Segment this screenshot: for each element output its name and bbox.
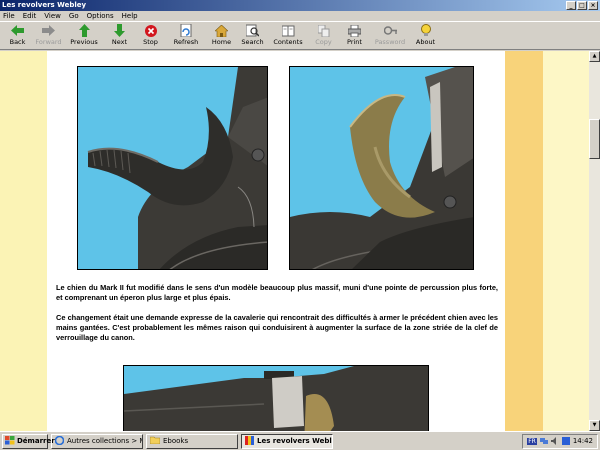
back-button[interactable]: Back [2,22,33,50]
scroll-up-button[interactable]: ▲ [589,51,600,62]
key-icon [383,24,397,37]
stop-icon [144,24,157,37]
minimize-button[interactable]: _ [566,1,576,10]
clock: 14:42 [572,437,593,445]
paragraph-hammer-description: Le chien du Mark II fut modifié dans le … [56,283,498,302]
password-button[interactable]: Password [370,22,410,50]
system-tray: FR 14:42 [522,433,598,449]
contents-button[interactable]: Contents [268,22,308,50]
contents-icon [281,24,295,37]
ie-icon [54,435,65,447]
menu-edit[interactable]: Edit [23,11,37,21]
right-color-band [505,51,543,431]
back-label: Back [9,38,26,46]
refresh-icon [180,24,193,37]
previous-label: Previous [70,38,98,46]
left-margin-band [0,51,47,431]
home-icon [215,24,228,37]
taskbar: Démarrer Autres collections > Milt... Eb… [0,431,600,450]
vertical-scrollbar[interactable]: ▲ ▼ [589,51,600,431]
content-viewport: Le chien du Mark II fut modifié dans le … [0,51,589,431]
task-ebooks[interactable]: Ebooks [146,433,238,449]
scroll-thumb[interactable] [589,119,600,159]
menu-go[interactable]: Go [69,11,79,21]
window-title: Les revolvers Webley [2,1,87,9]
volume-icon[interactable] [550,437,559,445]
next-button[interactable]: Next [104,22,135,50]
about-label: About [415,38,436,46]
print-button[interactable]: Print [339,22,370,50]
task-label: Les revolvers Webley [257,437,333,445]
previous-button[interactable]: Previous [64,22,104,50]
photo-hammer-mark-ii [289,66,474,270]
print-icon [348,24,361,37]
contents-label: Contents [273,38,303,46]
paragraph-cavalry-request: Ce changement était une demande expresse… [56,313,498,342]
maximize-button[interactable]: □ [577,1,587,10]
scroll-down-button[interactable]: ▼ [589,420,600,431]
menu-help[interactable]: Help [122,11,138,21]
menu-file[interactable]: File [3,11,15,21]
password-label: Password [374,38,406,46]
home-label: Home [211,38,232,46]
search-icon [246,24,259,37]
language-indicator[interactable]: FR [527,437,537,445]
tray-app-icon[interactable] [561,437,570,445]
photo-barrel-latch [123,365,429,431]
start-button[interactable]: Démarrer [2,433,55,449]
about-button[interactable]: About [410,22,441,50]
task-label: Ebooks [163,437,189,445]
title-bar: Les revolvers Webley _ □ × [0,0,600,11]
task-les-revolvers-webley[interactable]: Les revolvers Webley [241,433,333,449]
folder-icon [149,436,161,446]
task-autres-collections[interactable]: Autres collections > Milt... [51,433,143,449]
copy-icon [317,24,330,37]
forward-label: Forward [35,38,62,46]
about-icon [419,24,432,37]
search-label: Search [241,38,264,46]
down-arrow-icon [113,24,126,37]
toolbar: Back Forward Previous Next Stop Refresh … [0,22,600,50]
up-arrow-icon [78,24,91,37]
next-label: Next [111,38,128,46]
book-icon [245,435,254,447]
copy-button[interactable]: Copy [308,22,339,50]
task-label: Autres collections > Milt... [67,437,142,445]
menu-options[interactable]: Options [87,11,114,21]
home-button[interactable]: Home [206,22,237,50]
photo-hammer-mark-i [77,66,268,270]
copy-label: Copy [315,38,332,46]
menu-bar: File Edit View Go Options Help [0,11,600,22]
refresh-label: Refresh [173,38,199,46]
right-margin-band [543,51,589,431]
windows-logo-icon [5,435,15,447]
stop-button[interactable]: Stop [135,22,166,50]
start-label: Démarrer [17,437,55,445]
menu-view[interactable]: View [44,11,61,21]
forward-button[interactable]: Forward [33,22,64,50]
back-arrow-icon [11,24,24,37]
close-button[interactable]: × [588,1,598,10]
search-button[interactable]: Search [237,22,268,50]
refresh-button[interactable]: Refresh [166,22,206,50]
network-icon[interactable] [539,437,548,445]
forward-arrow-icon [42,24,55,37]
print-label: Print [347,38,362,46]
stop-label: Stop [143,38,158,46]
